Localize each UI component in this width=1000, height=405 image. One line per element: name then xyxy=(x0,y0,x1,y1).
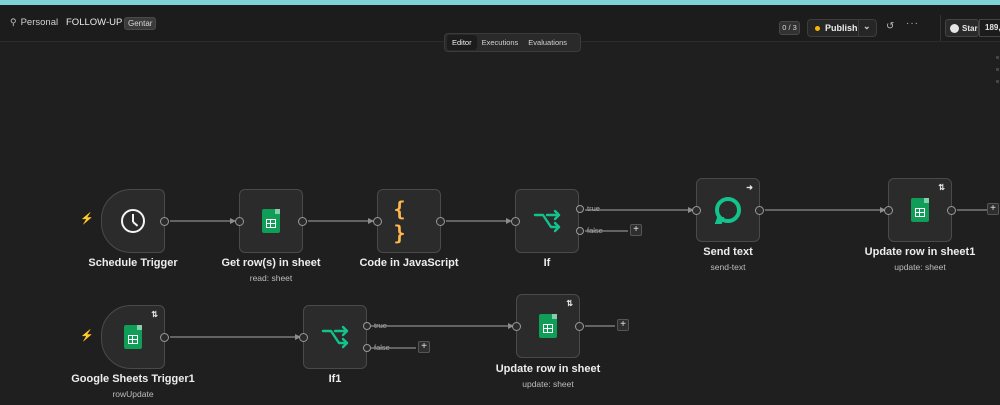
false-branch-label: false xyxy=(374,343,390,352)
view-tabs: Editor Executions Evaluations xyxy=(444,33,581,52)
node-title: If1 xyxy=(328,373,342,385)
node-subtitle: update: sheet xyxy=(522,379,574,389)
false-branch-label: false xyxy=(587,226,603,235)
node-get-rows[interactable] xyxy=(235,189,307,253)
google-sheets-icon xyxy=(262,209,280,233)
output-port[interactable] xyxy=(160,217,169,226)
project-name[interactable]: Personal xyxy=(21,17,59,28)
tab-editor[interactable]: Editor xyxy=(447,35,477,50)
tab-executions[interactable]: Executions xyxy=(477,35,524,50)
node-update-row-1[interactable]: ⇅ xyxy=(884,178,956,242)
node-title: Send text xyxy=(703,246,753,258)
input-port[interactable] xyxy=(511,217,520,226)
tab-evaluations[interactable]: Evaluations xyxy=(523,35,572,50)
add-node-button[interactable]: + xyxy=(617,319,629,331)
input-port[interactable] xyxy=(692,206,701,215)
star-label: Star xyxy=(962,23,978,33)
google-sheets-icon xyxy=(539,314,557,338)
input-port[interactable] xyxy=(235,217,244,226)
if-branch-icon xyxy=(321,325,349,349)
publish-divider xyxy=(858,20,859,36)
output-port[interactable] xyxy=(575,322,584,331)
workflow-name[interactable]: FOLLOW-UP xyxy=(66,17,122,28)
lightning-icon: ⚡ xyxy=(80,213,94,225)
add-node-false-button[interactable]: + xyxy=(630,224,642,236)
add-node-button[interactable]: + xyxy=(987,203,999,215)
publish-button[interactable]: Publish ⌄ xyxy=(807,19,877,37)
output-port[interactable] xyxy=(436,217,445,226)
input-port[interactable] xyxy=(512,322,521,331)
add-node-false-button[interactable]: + xyxy=(418,341,430,353)
input-port[interactable] xyxy=(884,206,893,215)
false-output-port[interactable] xyxy=(576,227,584,235)
node-code[interactable]: { } xyxy=(373,189,445,253)
output-port[interactable] xyxy=(298,217,307,226)
lightning-icon: ⚡ xyxy=(80,330,94,342)
person-icon: ⚲ xyxy=(10,17,17,27)
history-icon[interactable]: ↺ xyxy=(886,21,894,32)
true-branch-label: true xyxy=(374,321,387,330)
github-icon xyxy=(950,23,959,33)
true-output-port[interactable] xyxy=(576,205,584,213)
code-braces-icon: { } xyxy=(393,197,407,245)
status-dot-icon xyxy=(815,25,820,31)
node-subtitle: send-text xyxy=(710,262,746,272)
star-count[interactable]: 189,4 xyxy=(979,19,1000,37)
node-subtitle: update: sheet xyxy=(894,262,946,272)
sync-icon: ⇅ xyxy=(938,183,945,192)
if-branch-icon xyxy=(533,209,561,233)
node-update-row[interactable]: ⇅ xyxy=(512,294,584,358)
false-output-port[interactable] xyxy=(363,344,371,352)
chat-icon xyxy=(715,197,741,223)
more-icon[interactable]: ··· xyxy=(906,18,919,29)
breadcrumb[interactable]: ⚲ Personal xyxy=(10,17,58,28)
true-output-port[interactable] xyxy=(363,322,371,330)
input-port[interactable] xyxy=(299,333,308,342)
node-if[interactable] xyxy=(511,189,579,253)
node-if1[interactable] xyxy=(299,305,367,369)
canvas-edge-handle[interactable] xyxy=(996,56,1000,96)
workflow-tag[interactable]: Gentar xyxy=(124,17,157,30)
node-google-sheets-trigger[interactable]: ⇅ xyxy=(101,305,169,369)
node-title: Update row in sheet1 xyxy=(864,246,976,258)
node-schedule-trigger[interactable] xyxy=(101,189,169,253)
arrow-right-icon: ➜ xyxy=(746,183,753,192)
input-port[interactable] xyxy=(373,217,382,226)
github-star-button[interactable]: Star xyxy=(945,19,979,37)
node-title: Update row in sheet xyxy=(495,363,601,375)
sync-icon: ⇅ xyxy=(151,310,158,319)
sync-icon: ⇅ xyxy=(566,299,573,308)
output-port[interactable] xyxy=(160,333,169,342)
clock-icon xyxy=(121,209,145,233)
true-branch-label: true xyxy=(587,204,600,213)
chevron-down-icon[interactable]: ⌄ xyxy=(863,21,871,32)
publish-label: Publish xyxy=(825,23,858,33)
node-title: If xyxy=(543,257,551,269)
header-divider xyxy=(940,15,941,41)
node-subtitle: rowUpdate xyxy=(112,389,154,399)
node-title: Google Sheets Trigger1 xyxy=(71,373,195,385)
google-sheets-icon xyxy=(124,325,142,349)
node-subtitle: read: sheet xyxy=(249,273,293,283)
google-sheets-icon xyxy=(911,198,929,222)
output-port[interactable] xyxy=(755,206,764,215)
version-counter: 0 / 3 xyxy=(779,21,800,35)
output-port[interactable] xyxy=(947,206,956,215)
node-send-text[interactable]: ➜ xyxy=(692,178,764,242)
